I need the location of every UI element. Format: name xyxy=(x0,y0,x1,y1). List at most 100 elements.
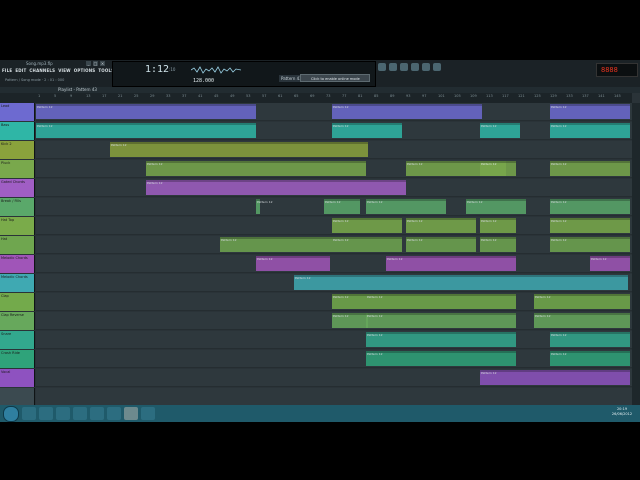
pattern-clip[interactable]: Pattern 12 xyxy=(590,256,630,271)
minimize-button[interactable]: _ xyxy=(86,61,91,66)
pattern-clip[interactable]: Pattern 12 xyxy=(332,237,402,252)
pattern-clip[interactable]: Pattern 12 xyxy=(480,161,516,176)
system-clock[interactable]: 20:19 26/06/2012 xyxy=(605,407,639,417)
menu-view[interactable]: VIEW xyxy=(58,68,71,74)
pattern-clip[interactable]: Pattern 12 xyxy=(146,180,406,195)
track-lane[interactable]: Pattern 12 Pattern 12 Pattern 12 xyxy=(36,103,632,121)
pattern-clip[interactable]: Pattern 12 xyxy=(550,332,630,347)
track-header[interactable]: Pluck xyxy=(0,160,35,178)
track-lane[interactable]: Pattern 12 xyxy=(36,141,632,159)
pattern-clip[interactable]: Pattern 12 xyxy=(550,351,630,366)
pattern-clip[interactable]: Pattern 12 xyxy=(110,142,368,157)
menu-channels[interactable]: CHANNELS xyxy=(29,68,55,74)
track-lane[interactable]: Pattern 12 Pattern 12 xyxy=(36,350,632,368)
outlook-icon[interactable] xyxy=(107,407,121,420)
pattern-clip[interactable]: Pattern 12 xyxy=(550,218,630,233)
track-header[interactable]: Clap Reverse xyxy=(0,312,35,330)
online-mode-hint[interactable]: Click to enable online mode xyxy=(300,74,370,82)
pattern-clip[interactable]: Pattern 12 xyxy=(220,237,332,252)
close-button[interactable]: × xyxy=(100,61,105,66)
track-lane[interactable] xyxy=(36,388,632,406)
track-lane[interactable]: Pattern 12 Pattern 12 Pattern 12 xyxy=(36,255,632,273)
track-header[interactable]: Gated Chords xyxy=(0,179,35,197)
pattern-clip[interactable]: Pattern 12 xyxy=(386,256,516,271)
pattern-clip[interactable]: Pattern 12 xyxy=(480,370,630,385)
vertical-scrollbar[interactable] xyxy=(632,103,640,408)
menu-file[interactable]: FILE xyxy=(2,68,12,74)
menu-edit[interactable]: EDIT xyxy=(15,68,26,74)
track-header[interactable]: Kick 2 xyxy=(0,141,35,159)
track-lane[interactable]: Pattern 12 Pattern 12 xyxy=(36,331,632,349)
track-lane[interactable]: Pattern 12 Pattern 12 Pattern 12 Pattern 12 xyxy=(36,217,632,235)
pattern-clip[interactable]: Pattern 12 xyxy=(332,294,366,309)
maximize-button[interactable]: □ xyxy=(93,61,98,66)
piano-roll-icon[interactable] xyxy=(400,63,408,71)
timeline-ruler[interactable]: 1 5 9 13 17 21 25 29 33 37 41 45 49 53 57 61 65 69 73 77 81 8… xyxy=(36,93,632,103)
tempo-display[interactable]: 128.000 xyxy=(193,78,214,84)
network-icon[interactable] xyxy=(90,407,104,420)
pattern-clip[interactable]: Pattern 12 xyxy=(480,123,520,138)
pattern-clip[interactable]: Pattern 12 xyxy=(534,313,630,328)
ie-icon[interactable] xyxy=(22,407,36,420)
track-lane[interactable]: Pattern 12 Pattern 12 Pattern 12 Pattern 12 xyxy=(36,122,632,140)
track-header[interactable]: Break / Fills xyxy=(0,198,35,216)
pattern-clip[interactable]: Pattern 12 xyxy=(550,123,630,138)
pattern-clip[interactable]: Pattern 12 xyxy=(294,275,628,290)
pattern-clip[interactable]: Pattern 12 xyxy=(480,237,516,252)
pattern-clip[interactable]: Pattern 12 xyxy=(36,123,256,138)
track-lane[interactable]: Pattern 12 Pattern 12 Pattern 12 xyxy=(36,293,632,311)
pattern-clip[interactable]: Pattern 12 xyxy=(466,199,526,214)
pattern-clip[interactable]: Pattern 12 xyxy=(550,104,630,119)
track-header[interactable]: Lead xyxy=(0,103,35,121)
pattern-clip[interactable]: Pattern 12 xyxy=(366,332,516,347)
plugin-icon[interactable] xyxy=(433,63,441,71)
fl-studio-icon[interactable] xyxy=(124,407,138,420)
track-header[interactable]: Hat xyxy=(0,236,35,254)
pattern-clip[interactable]: Pattern 12 xyxy=(480,218,516,233)
track-header[interactable] xyxy=(0,388,35,406)
track-lane[interactable]: Pattern 12 xyxy=(36,274,632,292)
track-lane[interactable]: Pattern 12 xyxy=(36,369,632,387)
pattern-clip[interactable]: Pattern 12 xyxy=(332,104,482,119)
pattern-clip[interactable]: Pattern 12 xyxy=(366,199,446,214)
browser-icon[interactable] xyxy=(411,63,419,71)
pattern-clip[interactable]: Pattern 12 xyxy=(534,294,630,309)
track-header[interactable]: Melodic Chords xyxy=(0,274,35,292)
explorer-icon[interactable] xyxy=(39,407,53,420)
track-header[interactable]: Hat Top xyxy=(0,217,35,235)
pattern-clip[interactable]: Pattern 12 xyxy=(550,199,630,214)
mixer-icon[interactable] xyxy=(422,63,430,71)
track-header[interactable]: Melodic Chords xyxy=(0,255,35,273)
track-lane[interactable]: Pattern 12 xyxy=(36,179,632,197)
word-icon[interactable] xyxy=(73,407,87,420)
pattern-clip[interactable]: Pattern 12 xyxy=(406,218,476,233)
track-header[interactable]: Snare xyxy=(0,331,35,349)
pattern-clip[interactable]: Pattern 12 xyxy=(146,161,366,176)
song-time-display[interactable]: 1:12 xyxy=(145,64,169,75)
track-header[interactable]: Bass xyxy=(0,122,35,140)
track-header[interactable]: Crash Ride xyxy=(0,350,35,368)
playlist-icon[interactable] xyxy=(378,63,386,71)
track-lane[interactable]: Pattern 12 Pattern 12 Pattern 12 Pattern 12 xyxy=(36,160,632,178)
track-lane[interactable]: Pattern 12 Pattern 12 Pattern 12 xyxy=(36,312,632,330)
pattern-clip[interactable]: Pattern 12 xyxy=(256,256,330,271)
pattern-clip[interactable]: Pattern 12 xyxy=(406,237,476,252)
track-header[interactable]: Clap xyxy=(0,293,35,311)
menu-options[interactable]: OPTIONS xyxy=(74,68,96,74)
pattern-clip[interactable]: Pattern 12 xyxy=(332,313,368,328)
track-header[interactable]: Vocal xyxy=(0,369,35,387)
pattern-clip[interactable]: Pattern 12 xyxy=(36,104,256,119)
step-sequencer-icon[interactable] xyxy=(389,63,397,71)
pattern-clip[interactable]: Pattern 12 xyxy=(324,199,360,214)
pattern-clip[interactable]: Pattern 12 xyxy=(366,294,516,309)
pattern-clip[interactable]: Pattern 12 xyxy=(366,313,516,328)
pattern-clip[interactable]: Pattern 12 xyxy=(366,351,516,366)
track-lane[interactable]: Pattern 12 Pattern 12 Pattern 12 Pattern 12… xyxy=(36,198,632,216)
media-player-icon[interactable] xyxy=(56,407,70,420)
start-button[interactable] xyxy=(3,406,19,422)
recorder-icon[interactable] xyxy=(141,407,155,420)
pattern-clip[interactable]: Pattern 12 xyxy=(550,161,630,176)
pattern-clip[interactable]: Pattern 12 xyxy=(256,199,273,214)
pattern-clip[interactable]: Pattern 12 xyxy=(550,237,630,252)
pattern-clip[interactable]: Pattern 12 xyxy=(332,218,402,233)
